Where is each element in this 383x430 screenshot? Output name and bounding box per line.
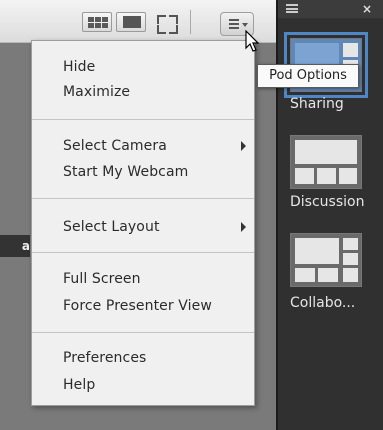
thumb-block (295, 238, 339, 264)
menu-item-maximize[interactable]: Maximize (63, 81, 248, 103)
menu-icon[interactable] (286, 4, 298, 13)
pod-options-tooltip: Pod Options (257, 64, 359, 88)
header-separator (190, 10, 191, 34)
chevron-down-icon (242, 23, 248, 27)
layout-thumb-discussion[interactable] (290, 135, 362, 189)
menu-item-start-webcam[interactable]: Start My Webcam (63, 161, 248, 183)
layouts-panel-topbar: × (278, 0, 383, 18)
layout-label-collaboration[interactable]: Collabo... (290, 294, 355, 312)
thumb-block (317, 168, 336, 184)
pod-header (0, 0, 276, 43)
menu-item-help[interactable]: Help (63, 374, 248, 396)
grid-view-icon[interactable] (82, 12, 112, 32)
menu-item-full-screen[interactable]: Full Screen (63, 268, 248, 290)
menu-separator (32, 119, 254, 120)
thumb-block (343, 43, 358, 57)
layout-label-sharing[interactable]: Sharing (290, 95, 344, 113)
menu-separator (32, 252, 254, 253)
partial-label: a (0, 235, 30, 257)
menu-separator (32, 332, 254, 333)
menu-item-preferences[interactable]: Preferences (63, 347, 248, 369)
submenu-arrow-icon (241, 222, 246, 232)
layout-label-discussion[interactable]: Discussion (290, 193, 364, 211)
thumb-block (343, 268, 358, 282)
expand-icon[interactable] (154, 12, 180, 34)
submenu-arrow-icon (241, 141, 246, 151)
menu-lines-icon (229, 19, 239, 29)
menu-item-select-camera[interactable]: Select Camera (63, 135, 248, 157)
menu-item-force-presenter-view[interactable]: Force Presenter View (63, 295, 248, 317)
menu-separator (32, 198, 254, 199)
menu-item-select-layout[interactable]: Select Layout (63, 216, 248, 238)
menu-item-hide[interactable]: Hide (63, 56, 248, 78)
close-icon[interactable]: × (362, 2, 372, 16)
thumb-block (295, 168, 314, 184)
pod-options-menu: Hide Maximize Select Camera Start My Web… (31, 40, 255, 406)
cursor-icon (245, 30, 260, 52)
single-view-icon[interactable] (116, 12, 146, 32)
thumb-block (318, 268, 338, 282)
thumb-block (339, 168, 357, 184)
thumb-block (343, 253, 358, 265)
layout-thumb-collaboration[interactable] (290, 233, 362, 287)
thumb-block (295, 268, 315, 282)
thumb-block (343, 238, 358, 250)
thumb-block (295, 140, 357, 164)
